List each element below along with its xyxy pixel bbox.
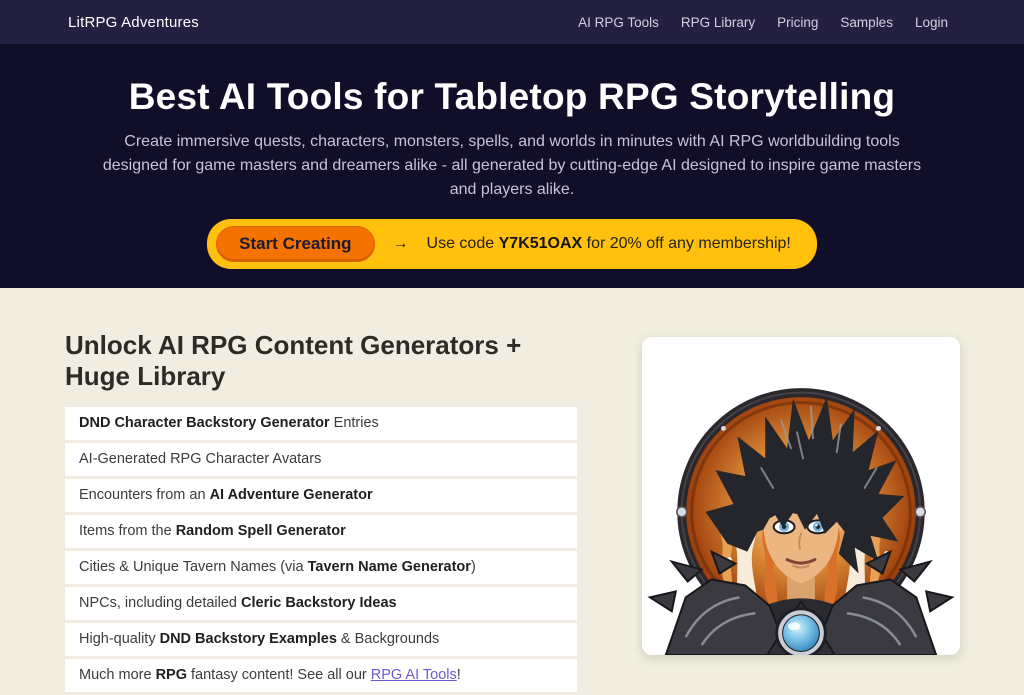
main-content: Unlock AI RPG Content Generators + Huge …: [0, 288, 1024, 695]
feature-text: Encounters from an: [79, 487, 210, 503]
promo-text: Use code Y7K51OAX for 20% off any member…: [427, 235, 791, 253]
feature-text: !: [457, 667, 461, 683]
list-item: Encounters from an AI Adventure Generato…: [65, 479, 577, 512]
list-item: AI-Generated RPG Character Avatars: [65, 443, 577, 476]
list-item: NPCs, including detailed Cleric Backstor…: [65, 587, 577, 620]
list-item: Cities & Unique Tavern Names (via Tavern…: [65, 551, 577, 584]
feature-text: fantasy content! See all our: [187, 667, 371, 683]
feature-text-bold: DND Character Backstory Generator: [79, 415, 330, 431]
hero-subtitle: Create immersive quests, characters, mon…: [97, 130, 927, 202]
features-column: Unlock AI RPG Content Generators + Huge …: [65, 330, 577, 695]
list-item: DND Character Backstory Generator Entrie…: [65, 407, 577, 440]
feature-text: Cities & Unique Tavern Names (via: [79, 559, 308, 575]
promo-prefix: Use code: [427, 235, 499, 252]
rpg-ai-tools-link[interactable]: RPG AI Tools: [371, 667, 457, 683]
feature-text: AI-Generated RPG Character Avatars: [79, 451, 321, 467]
feature-text-bold: Cleric Backstory Ideas: [241, 595, 397, 611]
feature-list: DND Character Backstory Generator Entrie…: [65, 407, 577, 692]
character-avatar-card: [642, 337, 960, 655]
character-avatar-image: [642, 337, 960, 655]
list-item: Much more RPG fantasy content! See all o…: [65, 659, 577, 692]
feature-text: Much more: [79, 667, 156, 683]
promo-banner: Start Creating → Use code Y7K51OAX for 2…: [207, 219, 817, 269]
feature-text: Entries: [330, 415, 379, 431]
site-logo[interactable]: LitRPG Adventures: [68, 14, 199, 31]
hero-title: Best AI Tools for Tabletop RPG Storytell…: [0, 76, 1024, 118]
top-bar: LitRPG Adventures AI RPG Tools RPG Librar…: [0, 0, 1024, 44]
feature-text: ): [471, 559, 476, 575]
feature-text-bold: Random Spell Generator: [176, 523, 346, 539]
feature-text-bold: AI Adventure Generator: [210, 487, 373, 503]
feature-text-bold: Tavern Name Generator: [308, 559, 471, 575]
nav-item-rpg-library[interactable]: RPG Library: [681, 15, 755, 30]
main-nav: AI RPG Tools RPG Library Pricing Samples Log…: [578, 15, 948, 30]
nav-item-ai-rpg-tools[interactable]: AI RPG Tools: [578, 15, 659, 30]
promo-code: Y7K51OAX: [499, 235, 583, 252]
feature-text: Items from the: [79, 523, 176, 539]
list-item: High-quality DND Backstory Examples & Ba…: [65, 623, 577, 656]
feature-text: & Backgrounds: [337, 631, 439, 647]
hero-section: Best AI Tools for Tabletop RPG Storytell…: [0, 44, 1024, 288]
feature-text-bold: RPG: [156, 667, 187, 683]
feature-text: NPCs, including detailed: [79, 595, 241, 611]
feature-text: High-quality: [79, 631, 160, 647]
nav-item-pricing[interactable]: Pricing: [777, 15, 818, 30]
nav-item-login[interactable]: Login: [915, 15, 948, 30]
feature-text-bold: DND Backstory Examples: [160, 631, 337, 647]
start-creating-button[interactable]: Start Creating: [216, 226, 374, 262]
list-item: Items from the Random Spell Generator: [65, 515, 577, 548]
promo-suffix: for 20% off any membership!: [582, 235, 791, 252]
nav-item-samples[interactable]: Samples: [840, 15, 893, 30]
arrow-right-icon: →: [393, 235, 409, 253]
section-heading: Unlock AI RPG Content Generators + Huge …: [65, 330, 570, 392]
